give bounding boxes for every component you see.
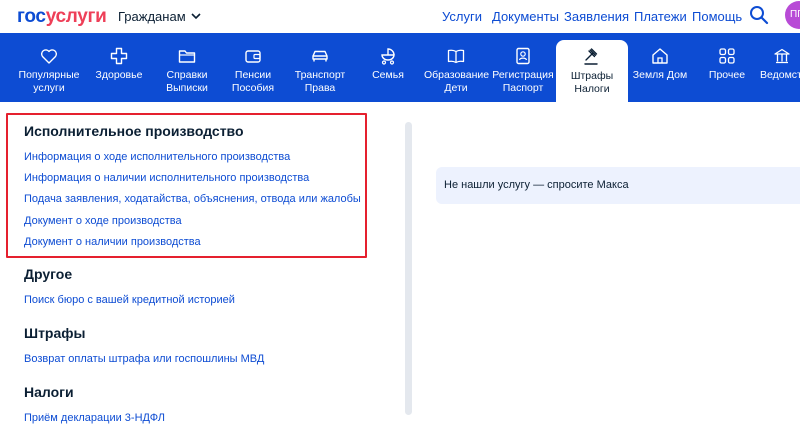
- citizens-menu[interactable]: Гражданам: [118, 9, 201, 24]
- ask-assistant-banner[interactable]: Не нашли услугу — спросите Макса: [436, 167, 800, 204]
- nav-help[interactable]: Помощь: [692, 9, 742, 24]
- category-education[interactable]: Образование Дети: [424, 33, 489, 102]
- category-pensions[interactable]: Пенсии Пособия: [222, 33, 284, 102]
- category-transport[interactable]: Транспорт Права: [288, 33, 352, 102]
- link-tax-declaration[interactable]: Приём декларации 3-НДФЛ: [24, 412, 165, 424]
- citizens-menu-label: Гражданам: [118, 9, 186, 24]
- gosuslugi-logo[interactable]: госуслуги: [17, 6, 107, 28]
- category-other[interactable]: Прочее: [696, 33, 758, 102]
- link-existence-document[interactable]: Документ о наличии производства: [24, 236, 201, 248]
- category-departments[interactable]: Ведомст: [760, 33, 800, 102]
- link-enforcement-progress-info[interactable]: Информация о ходе исполнительного произв…: [24, 151, 290, 163]
- gavel-icon: [584, 48, 598, 65]
- top-header: госуслуги Гражданам Услуги Документы Зая…: [0, 0, 800, 33]
- cross-icon: [110, 47, 128, 65]
- category-health[interactable]: Здоровье: [88, 33, 150, 102]
- heart-icon: [40, 49, 58, 64]
- book-icon: [447, 49, 465, 64]
- house-icon: [652, 48, 668, 64]
- scrollbar[interactable]: [405, 122, 412, 415]
- folder-icon: [178, 50, 196, 63]
- category-certificates[interactable]: Справки Выписки: [155, 33, 219, 102]
- link-submit-application[interactable]: Подача заявления, ходатайства, объяснени…: [24, 193, 361, 205]
- link-credit-bureau-search[interactable]: Поиск бюро с вашей кредитной историей: [24, 294, 235, 306]
- category-family[interactable]: Семья: [358, 33, 418, 102]
- nav-payments[interactable]: Платежи: [634, 9, 687, 24]
- section-title-other: Другое: [24, 266, 73, 282]
- category-land-house[interactable]: Земля Дом: [628, 33, 692, 102]
- ask-assistant-text: Не нашли услугу — спросите Макса: [444, 179, 629, 191]
- link-fine-refund[interactable]: Возврат оплаты штрафа или госпошлины МВД: [24, 353, 264, 365]
- building-icon: [774, 48, 790, 64]
- grid-icon: [719, 48, 735, 64]
- search-icon[interactable]: [748, 4, 770, 26]
- link-progress-document[interactable]: Документ о ходе производства: [24, 215, 182, 227]
- stroller-icon: [381, 48, 395, 65]
- chevron-down-icon: [191, 13, 201, 20]
- link-enforcement-existence-info[interactable]: Информация о наличии исполнительного про…: [24, 172, 309, 184]
- id-card-icon: [516, 47, 530, 65]
- category-popular[interactable]: Популярные услуги: [10, 33, 88, 102]
- section-title-enforcement: Исполнительное производство: [24, 123, 244, 139]
- category-registration[interactable]: Регистрация Паспорт: [492, 33, 554, 102]
- avatar[interactable]: ПГ: [785, 1, 800, 29]
- nav-applications[interactable]: Заявления: [564, 9, 629, 24]
- category-bar: Популярные услуги Здоровье Справки Выпис…: [0, 33, 800, 102]
- category-fines-taxes[interactable]: Штрафы Налоги: [556, 40, 628, 102]
- car-icon: [312, 50, 328, 62]
- section-title-taxes: Налоги: [24, 384, 74, 400]
- wallet-icon: [245, 50, 261, 63]
- nav-documents[interactable]: Документы: [492, 9, 559, 24]
- nav-services[interactable]: Услуги: [442, 9, 482, 24]
- section-title-fines: Штрафы: [24, 325, 86, 341]
